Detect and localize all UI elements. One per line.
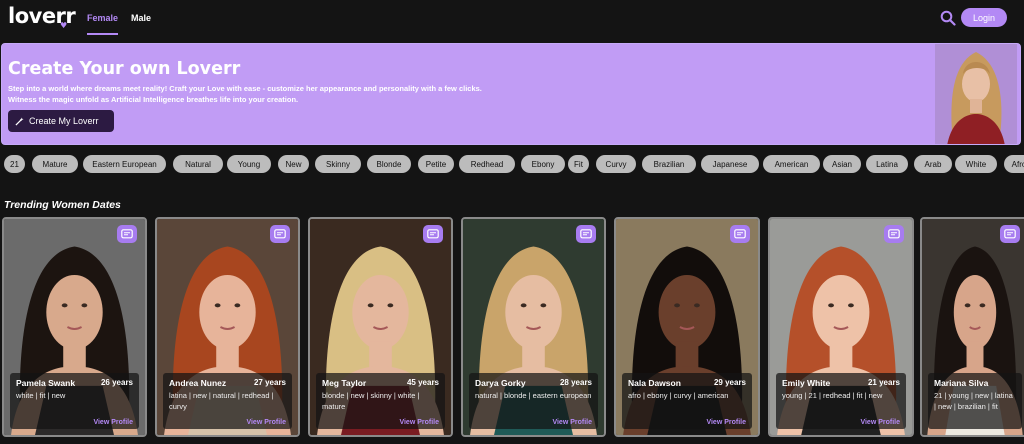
card-name: Andrea Nunez (169, 378, 227, 388)
filter-chip-petite[interactable]: Petite (418, 155, 454, 173)
hero-banner: Create Your own Loverr Step into a world… (1, 43, 1021, 145)
card-name: Darya Gorky (475, 378, 526, 388)
logo[interactable]: loverr ♥ (8, 4, 76, 30)
filter-chip-japanese[interactable]: Japanese (701, 155, 759, 173)
create-button-label: Create My Loverr (29, 116, 99, 126)
chat-icon[interactable] (270, 225, 290, 243)
chat-icon[interactable] (884, 225, 904, 243)
card-name: Mariana Silva (934, 378, 989, 388)
card-age: 26 years (100, 378, 133, 387)
chat-icon[interactable] (423, 225, 443, 243)
filter-chip-american[interactable]: American (763, 155, 820, 173)
card-info: Darya Gorky 28 years natural | blonde | ea… (469, 373, 598, 429)
login-button[interactable]: Login (961, 8, 1007, 27)
filter-chip-curvy[interactable]: Curvy (596, 155, 636, 173)
hero-title: Create Your own Loverr (8, 59, 241, 79)
wand-icon (15, 116, 24, 126)
hero-description-2: Witness the magic unfold as Artificial I… (8, 95, 299, 104)
heart-icon: ♥ (60, 21, 67, 30)
card-tags: white | fit | new (16, 391, 66, 400)
filter-chip-natural[interactable]: Natural (173, 155, 223, 173)
profile-card[interactable]: Darya Gorky 28 years natural | blonde | ea… (461, 217, 606, 437)
filter-chip-new[interactable]: New (278, 155, 309, 173)
profile-card[interactable]: Meg Taylor 45 years blonde | new | skinny … (308, 217, 453, 437)
card-age: 28 years (559, 378, 592, 387)
profile-card[interactable]: Mariana Silva 21 | young | new | latina |… (920, 217, 1024, 437)
filter-chip-ebony[interactable]: Ebony (521, 155, 565, 173)
profile-card[interactable]: Andrea Nunez 27 years latina | new | natur… (155, 217, 300, 437)
view-profile-link[interactable]: View Profile (552, 419, 592, 426)
card-age: 45 years (406, 378, 439, 387)
card-tags: latina | new | natural | redhead | curvy (169, 391, 274, 411)
hero-description-1: Step into a world where dreams meet real… (8, 84, 482, 93)
profile-card[interactable]: Pamela Swank 26 years white | fit | new Vie… (2, 217, 147, 437)
filter-chip-mature[interactable]: Mature (32, 155, 78, 173)
search-icon[interactable] (940, 10, 956, 26)
filter-chip-brazilian[interactable]: Brazilian (642, 155, 696, 173)
card-info: Emily White 21 years young | 21 | redhead … (776, 373, 906, 429)
filter-chip-blonde[interactable]: Blonde (367, 155, 411, 173)
chat-icon[interactable] (1000, 225, 1020, 243)
filter-chip-asian[interactable]: Asian (823, 155, 861, 173)
profile-card[interactable]: Emily White 21 years young | 21 | redhead … (768, 217, 914, 437)
filter-chip-young[interactable]: Young (227, 155, 271, 173)
filter-chip-skinny[interactable]: Skinny (315, 155, 361, 173)
filter-chip-eastern-european[interactable]: Eastern European (83, 155, 166, 173)
view-profile-link[interactable]: View Profile (399, 419, 439, 426)
chat-icon[interactable] (730, 225, 750, 243)
filter-chip-latina[interactable]: Latina (866, 155, 908, 173)
card-info: Pamela Swank 26 years white | fit | new Vie… (10, 373, 139, 429)
filter-chip-afro[interactable]: Afro (1004, 155, 1024, 173)
filter-chip-arab[interactable]: Arab (914, 155, 952, 173)
card-name: Nala Dawson (628, 378, 681, 388)
create-my-loverr-button[interactable]: Create My Loverr (8, 110, 114, 132)
card-tags: natural | blonde | eastern european (475, 391, 592, 400)
filter-chip-redhead[interactable]: Redhead (459, 155, 515, 173)
card-tags: young | 21 | redhead | fit | new (782, 391, 883, 400)
profile-card[interactable]: Nala Dawson 29 years afro | ebony | curvy … (614, 217, 760, 437)
view-profile-link[interactable]: View Profile (93, 419, 133, 426)
card-info: Mariana Silva 21 | young | new | latina |… (928, 373, 1022, 429)
top-bar: loverr ♥ Female Male Login (0, 0, 1024, 38)
card-name: Emily White (782, 378, 831, 388)
filter-chip-white[interactable]: White (955, 155, 997, 173)
tab-female[interactable]: Female (87, 13, 118, 23)
hero-portrait (935, 44, 1017, 144)
card-tags: 21 | young | new | latina | new | brazil… (934, 391, 1013, 411)
card-age: 29 years (713, 378, 746, 387)
card-info: Andrea Nunez 27 years latina | new | natur… (163, 373, 292, 429)
view-profile-link[interactable]: View Profile (246, 419, 286, 426)
card-age: 21 years (867, 378, 900, 387)
card-age: 27 years (253, 378, 286, 387)
card-info: Nala Dawson 29 years afro | ebony | curvy … (622, 373, 752, 429)
filter-chips: 21 Mature Eastern European Natural Young New S… (0, 153, 1024, 175)
filter-chip-fit[interactable]: Fit (568, 155, 589, 173)
section-title: Trending Women Dates (4, 199, 121, 211)
card-name: Pamela Swank (16, 378, 76, 388)
active-tab-underline (87, 33, 118, 35)
chat-icon[interactable] (576, 225, 596, 243)
chat-icon[interactable] (117, 225, 137, 243)
view-profile-link[interactable]: View Profile (860, 419, 900, 426)
card-tags: blonde | new | skinny | white | mature (322, 391, 420, 411)
view-profile-link[interactable]: View Profile (706, 419, 746, 426)
card-info: Meg Taylor 45 years blonde | new | skinny … (316, 373, 445, 429)
card-name: Meg Taylor (322, 378, 367, 388)
filter-chip-21[interactable]: 21 (4, 155, 25, 173)
card-tags: afro | ebony | curvy | american (628, 391, 729, 400)
tab-male[interactable]: Male (131, 13, 151, 23)
